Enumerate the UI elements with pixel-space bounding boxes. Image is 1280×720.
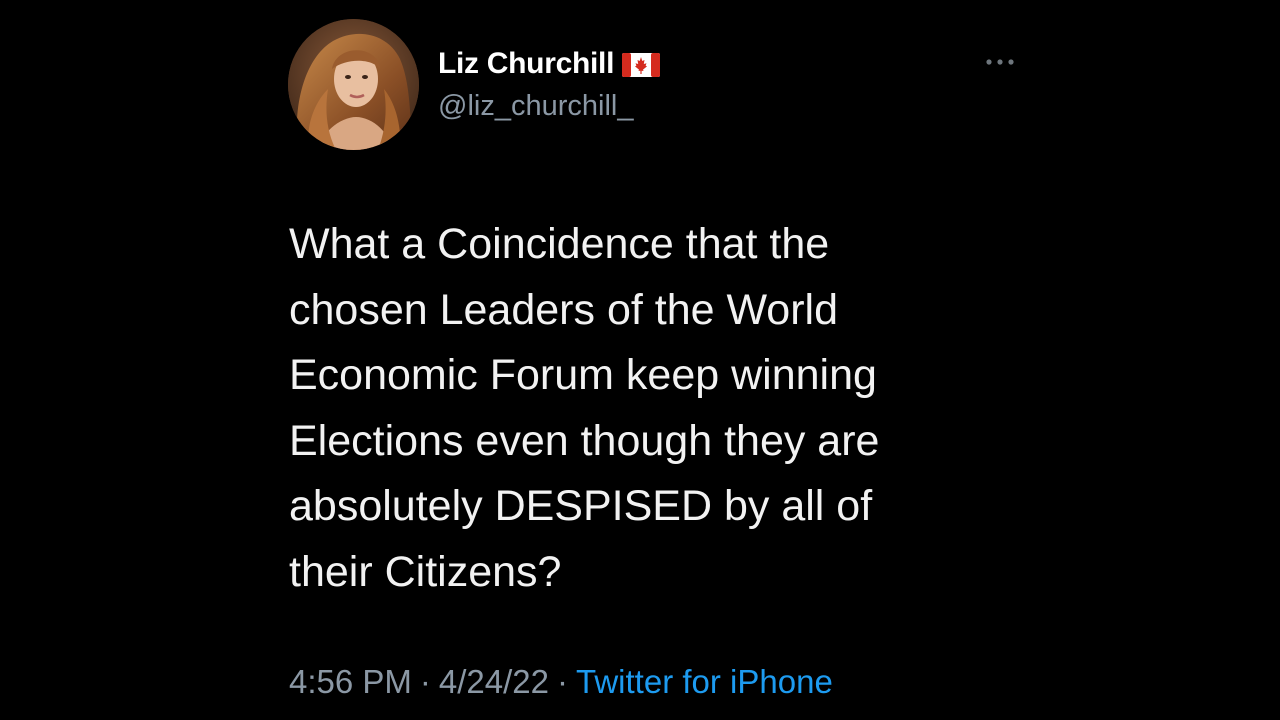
- tweet-date[interactable]: 4/24/22: [439, 663, 549, 701]
- more-options-button[interactable]: [980, 50, 1020, 74]
- tweet-time[interactable]: 4:56 PM: [289, 663, 412, 701]
- tweet-source-link[interactable]: Twitter for iPhone: [576, 663, 833, 701]
- author-display-name[interactable]: Liz Churchill: [438, 47, 614, 81]
- meta-separator: ·: [557, 663, 569, 700]
- tweet-card: Liz Churchill @liz_churchill_ What a Coi…: [0, 0, 1280, 720]
- profile-photo-icon: [288, 19, 419, 150]
- avatar[interactable]: [288, 19, 419, 150]
- meta-separator: ·: [419, 663, 431, 700]
- more-options-icon: [986, 59, 1014, 65]
- author-handle[interactable]: @liz_churchill_: [438, 90, 633, 123]
- author-name-row: Liz Churchill: [438, 44, 661, 84]
- tweet-meta: 4:56 PM · 4/24/22 · Twitter for iPhone: [289, 663, 833, 701]
- tweet-text: What a Coincidence that the chosen Leade…: [289, 220, 880, 596]
- canada-flag-icon: [622, 53, 661, 77]
